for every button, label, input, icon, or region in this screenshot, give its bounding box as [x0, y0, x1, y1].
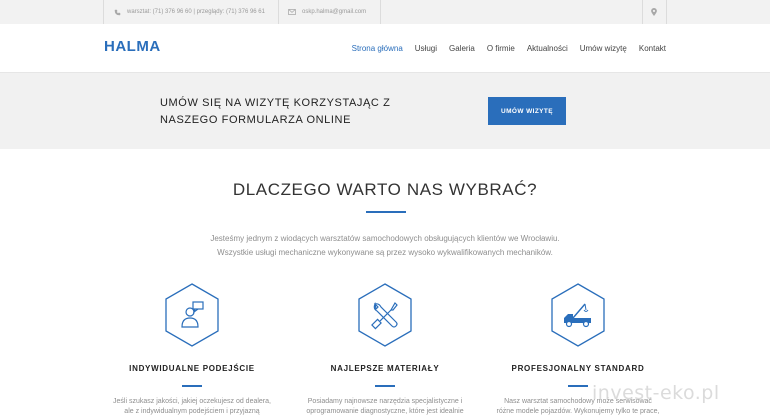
nav-contact[interactable]: Kontakt	[639, 44, 666, 53]
top-bar-divider	[666, 0, 667, 24]
person-chat-icon	[165, 283, 219, 347]
email-text: oskp.halma@gmail.com	[302, 9, 367, 15]
phone-info: warsztat: (71) 376 96 60 | przeglądy: (7…	[114, 0, 265, 24]
intro-line: Wszystkie usługi mechaniczne wykonywane …	[217, 248, 553, 257]
nav-services[interactable]: Usługi	[415, 44, 437, 53]
nav-gallery[interactable]: Galeria	[449, 44, 475, 53]
section-intro: Jesteśmy jednym z wiodących warsztatów s…	[0, 232, 770, 260]
top-bar-divider	[380, 0, 381, 24]
top-bar-divider	[642, 0, 643, 24]
feature-text-line: Posiadamy najnowsze narzędzia specjalist…	[307, 398, 463, 405]
book-appointment-button[interactable]: UMÓW WIZYTĘ	[488, 97, 566, 125]
feature-text-line: Jeśli szukasz jakości, jakiej oczekujesz…	[113, 398, 271, 405]
tow-truck-icon	[551, 283, 605, 347]
location-button[interactable]	[651, 0, 657, 24]
top-bar-divider	[278, 0, 279, 24]
feature-title: NAJLEPSZE MATERIAŁY	[330, 364, 440, 373]
feature-text-line: oprogramowanie diagnostyczne, które jest…	[306, 408, 464, 415]
feature-divider	[375, 385, 395, 387]
main-nav: Strona główna Usługi Galeria O firmie Ak…	[352, 24, 666, 73]
feature-text-line: ale z indywidualnym podejściem i przyjaz…	[124, 408, 260, 415]
cta-text: UMÓW SIĘ NA WIZYTĘ KORZYSTAJĄC Z NASZEGO…	[160, 97, 391, 126]
feature-divider	[182, 385, 202, 387]
feature-divider	[568, 385, 588, 387]
top-bar: warsztat: (71) 376 96 60 | przeglądy: (7…	[0, 0, 770, 24]
phone-icon	[114, 9, 121, 15]
feature-text-line: różne modele pojazdów. Wykonujemy tylko …	[496, 408, 660, 415]
nav-appointment[interactable]: Umów wizytę	[580, 44, 627, 53]
intro-line: Jesteśmy jednym z wiodących warsztatów s…	[210, 234, 560, 243]
cta-band: UMÓW SIĘ NA WIZYTĘ KORZYSTAJĄC Z NASZEGO…	[0, 73, 770, 149]
phone-text: warsztat: (71) 376 96 60 | przeglądy: (7…	[127, 9, 265, 15]
main-header: HALMA Strona główna Usługi Galeria O fir…	[0, 24, 770, 73]
watermark: invest-eko.pl	[592, 382, 720, 404]
nav-about[interactable]: O firmie	[487, 44, 515, 53]
top-bar-divider	[103, 0, 104, 24]
feature-text: Posiadamy najnowsze narzędzia specjalist…	[285, 397, 485, 417]
section-title: DLACZEGO WARTO NAS WYBRAĆ?	[232, 180, 538, 199]
wrench-screwdriver-icon	[358, 283, 412, 347]
email-info[interactable]: oskp.halma@gmail.com	[288, 0, 366, 24]
map-pin-icon	[651, 8, 657, 16]
nav-home[interactable]: Strona główna	[352, 44, 403, 53]
feature-title: PROFESJONALNY STANDARD	[511, 364, 645, 373]
logo[interactable]: HALMA	[104, 38, 161, 55]
section-divider	[366, 211, 406, 213]
nav-news[interactable]: Aktualności	[527, 44, 568, 53]
feature-text: Jeśli szukasz jakości, jakiej oczekujesz…	[92, 397, 292, 417]
feature-title: INDYWIDUALNE PODEJŚCIE	[129, 364, 255, 373]
envelope-icon	[288, 9, 296, 15]
